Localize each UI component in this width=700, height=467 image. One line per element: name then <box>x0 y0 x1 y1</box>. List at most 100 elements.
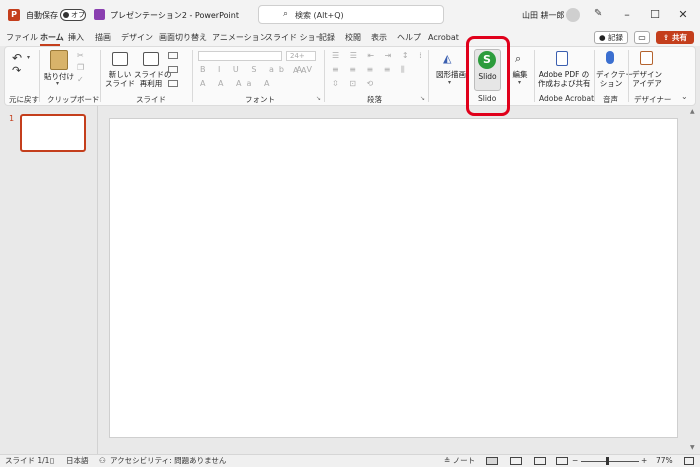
group-label-slides: スライド <box>136 95 166 104</box>
group-separator <box>324 50 325 102</box>
group-label-paragraph: 段落 <box>367 95 382 104</box>
reset-icon[interactable] <box>168 66 178 73</box>
search-input[interactable]: ⌕ 検索 (Alt+Q) <box>258 5 444 24</box>
edit-label: 編集 <box>512 70 528 79</box>
scroll-down-icon[interactable]: ▼ <box>690 444 695 451</box>
microphone-icon[interactable] <box>606 51 614 64</box>
toggle-knob <box>63 12 69 18</box>
normal-view-icon[interactable] <box>486 457 498 465</box>
scroll-up-icon[interactable]: ▲ <box>690 108 695 115</box>
text-direction-buttons[interactable]: ⇳ ⊡ ⟲ <box>332 79 377 88</box>
design-ideas-label: デザイン アイデア <box>632 70 662 88</box>
shapes-dropdown-icon[interactable]: ▾ <box>448 79 451 86</box>
document-title: プレゼンテーション2 - PowerPoint <box>110 11 239 20</box>
zoom-slider-thumb[interactable] <box>606 457 609 465</box>
record-button[interactable]: ● 記録 <box>594 31 628 44</box>
reuse-slides-icon[interactable] <box>143 52 159 66</box>
slideshow-view-icon[interactable] <box>556 457 568 465</box>
tab-file[interactable]: ファイル <box>6 32 38 44</box>
tab-draw[interactable]: 描画 <box>95 32 111 44</box>
group-separator <box>192 50 193 102</box>
tab-transitions[interactable]: 画面切り替え <box>159 32 207 44</box>
zoom-in-icon[interactable]: + <box>641 456 647 466</box>
group-label-undo: 元に戻す <box>9 95 39 104</box>
shapes-icon[interactable]: ◭ <box>443 52 451 65</box>
tab-help[interactable]: ヘルプ <box>397 32 421 44</box>
new-slide-label: 新しい スライド <box>105 70 135 88</box>
edit-dropdown-icon[interactable]: ▾ <box>518 79 521 86</box>
paste-dropdown-icon[interactable]: ▾ <box>56 80 59 87</box>
slide-thumbnail[interactable] <box>20 114 86 152</box>
slide-number: 1 <box>9 114 15 123</box>
tab-acrobat[interactable]: Acrobat <box>428 32 459 44</box>
cut-icon[interactable]: ✂ <box>77 51 84 60</box>
section-icon[interactable] <box>168 80 178 87</box>
shapes-label: 図形描画 <box>436 70 466 79</box>
slide-sorter-icon[interactable] <box>510 457 522 465</box>
group-label-designer: デザイナー <box>634 95 672 104</box>
list-buttons[interactable]: ☰ ☰ ⇤ ⇥ ↕ ⁞ <box>332 51 426 60</box>
fit-to-window-icon[interactable] <box>684 457 694 465</box>
format-painter-icon[interactable]: ✓ <box>77 75 84 84</box>
redo-icon[interactable]: ↷ <box>12 64 21 77</box>
tab-slideshow[interactable]: スライド ショー <box>265 32 324 44</box>
undo-icon[interactable]: ↶ <box>12 51 22 65</box>
clipboard-launcher-icon[interactable]: ↘ <box>92 95 97 102</box>
dictate-label: ディクテー ション <box>596 70 633 88</box>
close-icon[interactable]: ✕ <box>674 7 692 23</box>
adobe-pdf-label: Adobe PDF の 作成および共有 <box>538 70 591 88</box>
slide-canvas[interactable] <box>109 118 678 438</box>
minimize-icon[interactable]: – <box>618 7 636 23</box>
pane-divider[interactable] <box>97 106 98 454</box>
ribbon-collapse-icon[interactable]: ⌄ <box>681 92 688 101</box>
tab-view[interactable]: 表示 <box>371 32 387 44</box>
autosave-toggle[interactable]: オフ <box>60 9 86 21</box>
tab-record[interactable]: 記録 <box>319 32 335 44</box>
slide-count: スライド 1/1 <box>5 456 50 465</box>
new-slide-icon[interactable] <box>112 52 128 66</box>
find-icon[interactable]: ⌕ <box>515 52 521 66</box>
group-label-voice: 音声 <box>603 95 618 104</box>
align-buttons[interactable]: ≡ ≡ ≡ ≡ ⫼ <box>332 65 409 75</box>
zoom-level[interactable]: 77% <box>656 456 673 466</box>
tab-home[interactable]: ホーム <box>40 32 64 44</box>
copy-icon[interactable]: ❐ <box>77 63 84 72</box>
font-family-dropdown[interactable] <box>198 51 282 61</box>
thumbnail-pane <box>0 106 97 454</box>
zoom-out-icon[interactable]: − <box>572 456 578 466</box>
design-ideas-icon[interactable] <box>640 51 653 65</box>
autosave-label: 自動保存 <box>26 11 58 20</box>
avatar[interactable] <box>566 8 580 22</box>
group-separator <box>100 50 101 102</box>
pen-icon[interactable]: ✎ <box>594 8 602 19</box>
tab-insert[interactable]: 挿入 <box>68 32 84 44</box>
zoom-slider[interactable] <box>581 461 639 462</box>
spellcheck-icon[interactable]: ▯ <box>50 456 54 466</box>
tab-animations[interactable]: アニメーション <box>212 32 268 44</box>
font-grow-icon[interactable]: A A <box>293 66 307 75</box>
font-size-dropdown[interactable]: 24+ <box>286 51 316 61</box>
tab-review[interactable]: 校閲 <box>345 32 361 44</box>
paragraph-launcher-icon[interactable]: ↘ <box>420 95 425 102</box>
font-color-row[interactable]: A A Aa A <box>200 79 274 88</box>
reading-view-icon[interactable] <box>534 457 546 465</box>
undo-dropdown-icon[interactable]: ▾ <box>27 54 30 61</box>
share-button[interactable]: ⇪ 共有 <box>656 31 694 44</box>
share-button-label: 共有 <box>671 33 687 42</box>
tab-design[interactable]: デザイン <box>121 32 153 44</box>
adobe-pdf-icon[interactable] <box>556 51 568 66</box>
accessibility-status[interactable]: アクセシビリティ: 問題ありません <box>110 456 226 466</box>
font-launcher-icon[interactable]: ↘ <box>316 95 321 102</box>
language-indicator[interactable]: 日本語 <box>66 456 89 466</box>
vertical-scrollbar[interactable] <box>688 106 700 454</box>
comment-icon[interactable]: ▭ <box>634 31 650 44</box>
accessibility-icon[interactable]: ⚇ <box>99 456 106 466</box>
autosave-state: オフ <box>71 11 85 19</box>
notes-button[interactable]: ≗ ノート <box>444 456 475 466</box>
paste-icon[interactable] <box>50 50 68 70</box>
record-button-label: 記録 <box>607 33 623 42</box>
group-separator <box>39 50 40 102</box>
save-icon[interactable] <box>94 9 105 20</box>
layout-icon[interactable] <box>168 52 178 59</box>
maximize-icon[interactable]: ☐ <box>646 7 664 23</box>
